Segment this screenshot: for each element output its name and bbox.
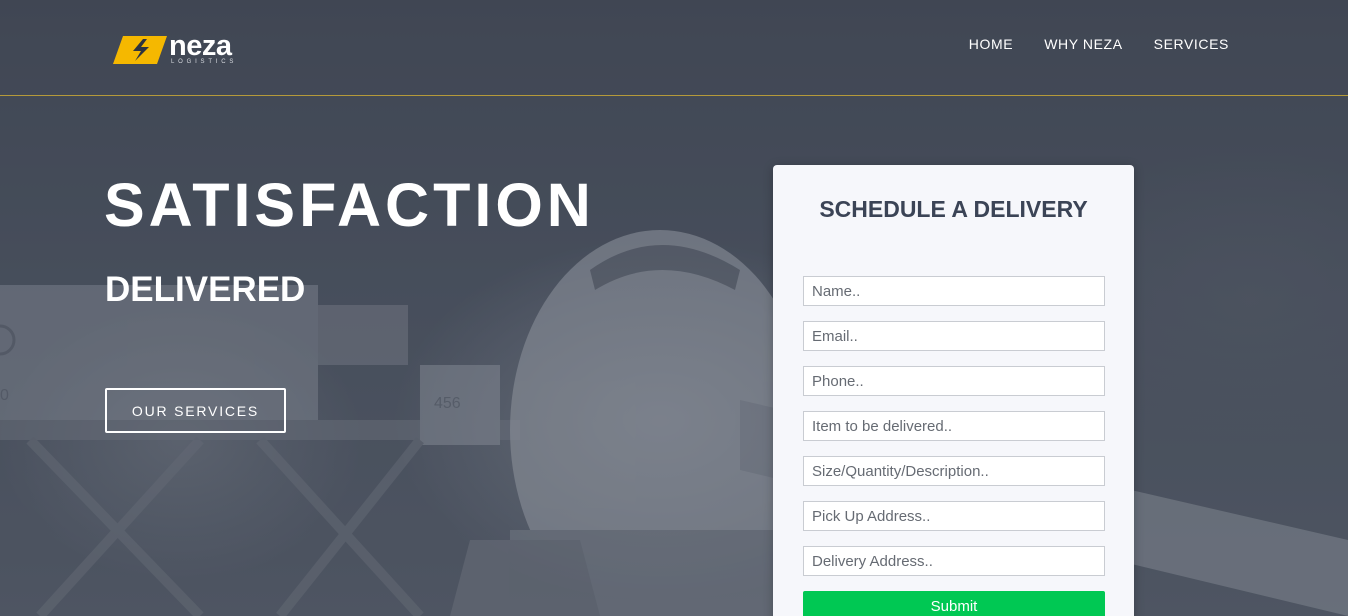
- size-quantity-input[interactable]: [803, 456, 1105, 486]
- form-title: SCHEDULE A DELIVERY: [819, 196, 1088, 222]
- email-input[interactable]: [803, 321, 1105, 351]
- main-nav: HOME WHY NEZA SERVICES: [969, 36, 1229, 52]
- name-input[interactable]: [803, 276, 1105, 306]
- hero-title: SATISFACTION: [104, 171, 595, 239]
- item-input[interactable]: [803, 411, 1105, 441]
- hero-subtitle: DELIVERED: [105, 270, 306, 309]
- delivery-address-input[interactable]: [803, 546, 1105, 576]
- brand-tagline: LOGISTICS: [171, 59, 238, 65]
- brand-logo[interactable]: neza LOGISTICS: [113, 30, 253, 70]
- site-header: neza LOGISTICS HOME WHY NEZA SERVICES: [0, 0, 1348, 96]
- schedule-delivery-form: SCHEDULE A DELIVERY Submit: [773, 165, 1134, 616]
- our-services-button[interactable]: OUR SERVICES: [105, 388, 286, 433]
- nav-item-services[interactable]: SERVICES: [1154, 36, 1229, 52]
- nav-item-home[interactable]: HOME: [969, 36, 1013, 52]
- lightning-logo-icon: [113, 36, 167, 64]
- nav-item-why-neza[interactable]: WHY NEZA: [1044, 36, 1122, 52]
- submit-button[interactable]: Submit: [803, 591, 1105, 616]
- phone-input[interactable]: [803, 366, 1105, 396]
- pickup-address-input[interactable]: [803, 501, 1105, 531]
